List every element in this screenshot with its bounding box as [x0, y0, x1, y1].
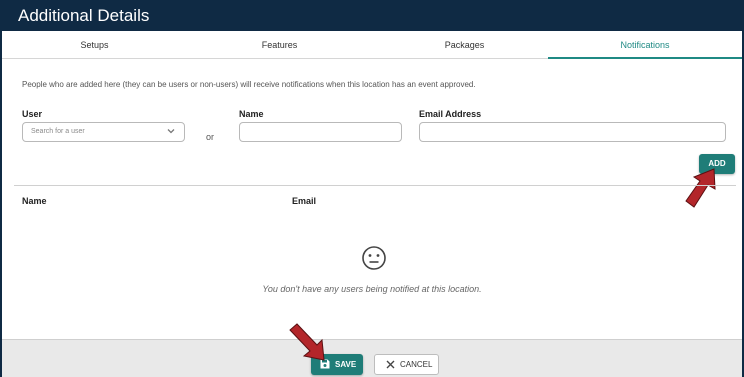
- tab-packages[interactable]: Packages: [372, 31, 557, 59]
- red-arrow-icon: [685, 168, 716, 208]
- dialog-header: Additional Details: [2, 2, 742, 31]
- cancel-button[interactable]: CANCEL: [374, 354, 439, 375]
- name-label: Name: [239, 109, 264, 119]
- info-text: People who are added here (they can be u…: [22, 80, 476, 89]
- email-label: Email Address: [419, 109, 482, 119]
- column-header-email: Email: [292, 196, 317, 206]
- dialog-frame: Additional Details Setups Features Packa…: [0, 0, 744, 377]
- tab-bar: Setups Features Packages Notifications: [2, 31, 742, 59]
- or-separator: or: [206, 132, 215, 142]
- tab-notifications[interactable]: Notifications: [548, 31, 742, 59]
- user-search-placeholder: Search for a user: [31, 128, 85, 135]
- close-icon: [386, 360, 395, 369]
- user-search-select[interactable]: Search for a user: [22, 122, 185, 142]
- column-header-name: Name: [22, 196, 47, 206]
- tab-setups[interactable]: Setups: [2, 31, 187, 59]
- cancel-label: CANCEL: [400, 360, 433, 369]
- tab-features[interactable]: Features: [187, 31, 372, 59]
- red-arrow-icon: [289, 323, 325, 361]
- section-divider: [14, 185, 736, 186]
- neutral-face-icon: [362, 246, 386, 270]
- dialog-title: Additional Details: [18, 6, 150, 25]
- footer-bar: SAVE CANCEL: [2, 339, 742, 377]
- user-label: User: [22, 109, 43, 119]
- empty-state-message: You don't have any users being notified …: [262, 284, 482, 294]
- email-field[interactable]: [419, 122, 726, 142]
- save-label: SAVE: [335, 360, 357, 369]
- chevron-down-icon: [167, 129, 175, 134]
- name-field[interactable]: [239, 122, 402, 142]
